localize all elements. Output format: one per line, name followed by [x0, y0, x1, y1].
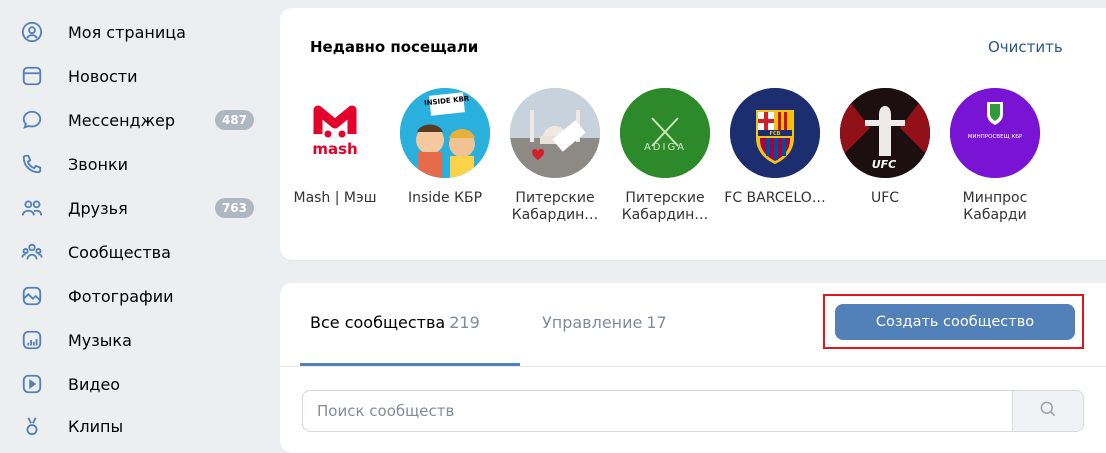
recent-community-item[interactable]: mash Mash | Мэш [280, 88, 390, 248]
create-community-button[interactable]: Создать сообщество [835, 304, 1075, 340]
communities-card: Все сообщества 219 Управление 17 Создать с… [280, 283, 1106, 453]
community-avatar: UFC [840, 88, 930, 178]
recent-community-item[interactable]: FCB FC BARCELO… [720, 88, 830, 248]
message-icon [18, 106, 46, 134]
mash-logo-text: mash [312, 140, 357, 158]
community-avatar: mash [290, 88, 380, 178]
adiga-logo-text: ADIGA [644, 142, 686, 153]
sidebar-item-label: Сообщества [68, 242, 171, 262]
clips-icon [18, 412, 46, 440]
community-search-box [302, 390, 1084, 432]
minpros-logo-text: МИНПРОСВЕЩ КБР [968, 134, 1023, 140]
sidebar-item-label: Друзья [68, 198, 128, 218]
friends-count-badge: 763 [214, 198, 254, 218]
recent-community-item[interactable]: МИНПРОСВЕЩ КБР Минпрос Кабарди [940, 88, 1050, 248]
ufc-logo-text: UFC [872, 158, 897, 171]
sidebar-item-label: Звонки [68, 154, 128, 174]
recent-community-item[interactable]: UFC UFC [830, 88, 940, 248]
recently-visited-title: Недавно посещали [310, 38, 479, 56]
tab-management[interactable]: Управление 17 [542, 313, 667, 332]
news-icon [18, 62, 46, 90]
community-name: Минпрос Кабарди [962, 190, 1028, 223]
sidebar-item-communities[interactable]: Сообщества [18, 236, 258, 268]
phone-icon [18, 150, 46, 178]
community-avatar: ADIGA [620, 88, 710, 178]
unread-count-badge: 487 [214, 110, 254, 130]
community-name: Inside КБР [407, 190, 483, 206]
recently-visited-card: Недавно посещали Очистить mash Mash | Мэ… [280, 8, 1106, 260]
community-name: Питерские Кабардин… [621, 190, 709, 223]
sidebar-item-label: Моя страница [68, 22, 186, 42]
community-avatar: FCB [730, 88, 820, 178]
sidebar-item-label: Музыка [68, 330, 132, 350]
recent-community-item[interactable]: Питерские Кабардин… [500, 88, 610, 248]
sidebar-item-my-page[interactable]: Моя страница [18, 16, 258, 48]
fcb-logo-text: FCB [770, 131, 781, 137]
community-avatar [510, 88, 600, 178]
left-sidebar: Моя страница Новости Мессенджер 487 Звон… [0, 0, 270, 447]
sidebar-item-label: Видео [68, 374, 121, 394]
sidebar-item-clips[interactable]: Клипы [18, 410, 258, 442]
friends-icon [18, 194, 46, 222]
music-icon [18, 326, 46, 354]
sidebar-item-label: Новости [68, 66, 138, 86]
sidebar-item-calls[interactable]: Звонки [18, 148, 258, 180]
recent-community-item[interactable]: INSIDE KBR Inside КБР [390, 88, 500, 248]
clear-history-link[interactable]: Очистить [988, 38, 1063, 56]
sidebar-item-label: Мессенджер [68, 110, 176, 130]
community-search-input[interactable] [303, 391, 1013, 431]
user-circle-icon [18, 18, 46, 46]
community-name: FC BARCELO… [724, 190, 826, 206]
search-icon [1038, 399, 1058, 423]
sidebar-item-photos[interactable]: Фотографии [18, 280, 258, 312]
sidebar-item-music[interactable]: Музыка [18, 324, 258, 356]
video-icon [18, 370, 46, 398]
community-name: UFC [870, 190, 900, 206]
community-avatar: INSIDE KBR [400, 88, 490, 178]
communities-icon [18, 238, 46, 266]
community-avatar: МИНПРОСВЕЩ КБР [950, 88, 1040, 178]
community-name: Mash | Мэш [293, 190, 377, 206]
sidebar-item-messenger[interactable]: Мессенджер 487 [18, 104, 258, 136]
tab-label: Все сообщества [310, 313, 446, 332]
tab-all-communities[interactable]: Все сообщества 219 [310, 313, 480, 332]
tab-count: 219 [449, 313, 480, 332]
tab-label: Управление [542, 313, 643, 332]
sidebar-item-label: Клипы [68, 416, 124, 436]
sidebar-item-friends[interactable]: Друзья 763 [18, 192, 258, 224]
recent-community-item[interactable]: ADIGA Питерские Кабардин… [610, 88, 720, 248]
search-button[interactable] [1012, 391, 1083, 431]
sidebar-item-news[interactable]: Новости [18, 60, 258, 92]
photo-icon [18, 282, 46, 310]
tab-count: 17 [646, 313, 667, 332]
tabs-divider [280, 366, 1106, 367]
sidebar-item-label: Фотографии [68, 286, 174, 306]
sidebar-item-video[interactable]: Видео [18, 368, 258, 400]
community-name: Питерские Кабардин… [511, 190, 599, 223]
